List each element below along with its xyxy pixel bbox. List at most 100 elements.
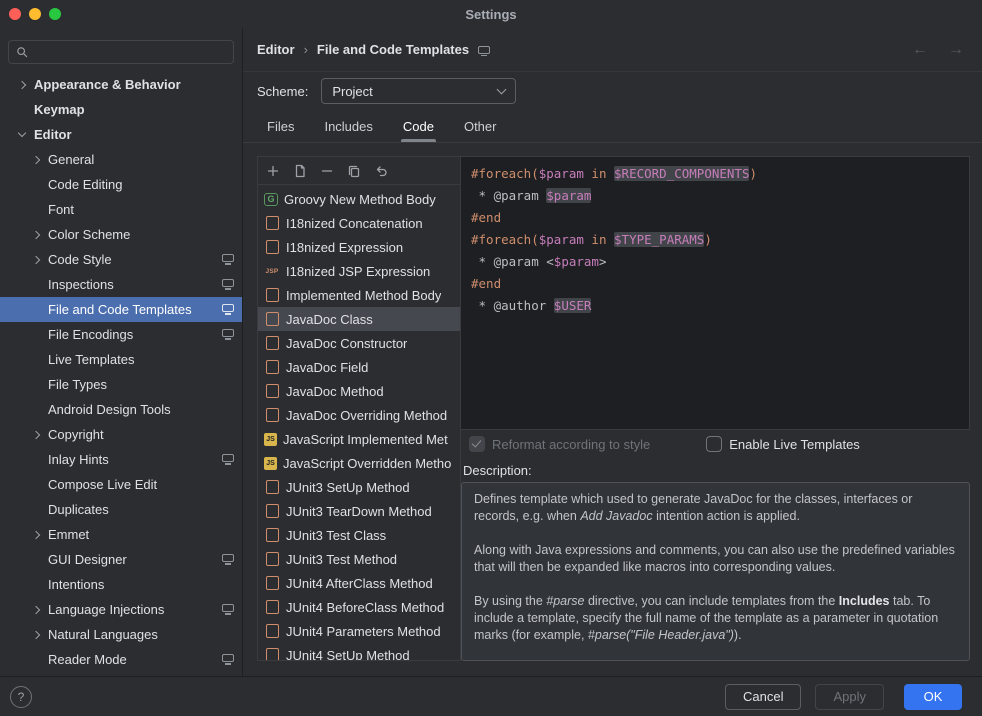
sidebar-item-label: Reader Mode xyxy=(48,652,216,667)
template-item-label: I18nized Concatenation xyxy=(286,216,423,231)
sidebar-item-file-types[interactable]: File Types xyxy=(0,372,242,397)
chevron-right-icon[interactable] xyxy=(30,432,48,438)
copy-template-button[interactable] xyxy=(346,163,362,179)
tab-code[interactable]: Code xyxy=(401,110,436,142)
chevron-right-icon[interactable] xyxy=(16,82,34,88)
sidebar-item-copyright[interactable]: Copyright xyxy=(0,422,242,447)
template-item-label: JavaDoc Field xyxy=(286,360,368,375)
code-line: #foreach($param in $TYPE_PARAMS) xyxy=(471,229,969,251)
settings-search-input[interactable] xyxy=(34,45,227,60)
reformat-checkbox[interactable] xyxy=(469,436,485,452)
sidebar-item-keymap[interactable]: Keymap xyxy=(0,97,242,122)
template-item-javadoc-class[interactable]: JavaDoc Class xyxy=(258,307,460,331)
template-file-icon xyxy=(264,528,280,542)
chevron-right-icon[interactable] xyxy=(30,157,48,163)
sidebar-item-appearance-behavior[interactable]: Appearance & Behavior xyxy=(0,72,242,97)
undo-icon xyxy=(373,163,389,179)
template-item-implemented-method-body[interactable]: Implemented Method Body xyxy=(258,283,460,307)
template-item-javadoc-field[interactable]: JavaDoc Field xyxy=(258,355,460,379)
cancel-button[interactable]: Cancel xyxy=(725,684,801,710)
sidebar-item-file-and-code-templates[interactable]: File and Code Templates xyxy=(0,297,242,322)
sidebar-item-natural-languages[interactable]: Natural Languages xyxy=(0,622,242,647)
sidebar-item-editor[interactable]: Editor xyxy=(0,122,242,147)
code-editor[interactable]: #foreach($param in $RECORD_COMPONENTS) *… xyxy=(461,156,970,430)
ok-button[interactable]: OK xyxy=(904,684,962,710)
template-item-i18nized-concatenation[interactable]: I18nized Concatenation xyxy=(258,211,460,235)
tab-includes[interactable]: Includes xyxy=(322,110,374,142)
sidebar-item-code-editing[interactable]: Code Editing xyxy=(0,172,242,197)
close-window-button[interactable] xyxy=(9,8,21,20)
template-item-groovy-new-method-body[interactable]: GGroovy New Method Body xyxy=(258,187,460,211)
sidebar-item-duplicates[interactable]: Duplicates xyxy=(0,497,242,522)
chevron-right-icon[interactable] xyxy=(30,532,48,538)
sidebar-item-code-style[interactable]: Code Style xyxy=(0,247,242,272)
groovy-file-icon: G xyxy=(264,193,278,206)
help-button[interactable]: ? xyxy=(10,686,32,708)
sidebar-item-font[interactable]: Font xyxy=(0,197,242,222)
forward-button[interactable]: → xyxy=(948,41,964,59)
scheme-label: Scheme: xyxy=(257,84,308,99)
sidebar-item-emmet[interactable]: Emmet xyxy=(0,522,242,547)
sidebar-item-gui-designer[interactable]: GUI Designer xyxy=(0,547,242,572)
screen-icon xyxy=(222,654,234,662)
template-item-junit3-test-method[interactable]: JUnit3 Test Method xyxy=(258,547,460,571)
templates-body: GGroovy New Method Body I18nized Concaten… xyxy=(243,143,982,676)
template-item-javadoc-constructor[interactable]: JavaDoc Constructor xyxy=(258,331,460,355)
tab-files[interactable]: Files xyxy=(265,110,296,142)
chevron-right-icon[interactable] xyxy=(30,632,48,638)
enable-live-templates-checkbox[interactable] xyxy=(706,436,722,452)
template-item-javadoc-method[interactable]: JavaDoc Method xyxy=(258,379,460,403)
template-item-i18nized-expression[interactable]: I18nized Expression xyxy=(258,235,460,259)
sidebar-item-android-design-tools[interactable]: Android Design Tools xyxy=(0,397,242,422)
sidebar-item-live-templates[interactable]: Live Templates xyxy=(0,347,242,372)
code-line: * @param $param xyxy=(471,185,969,207)
template-item-i18nized-jsp-expression[interactable]: JSPI18nized JSP Expression xyxy=(258,259,460,283)
screen-icon xyxy=(222,554,234,562)
sidebar-item-label: Emmet xyxy=(48,527,234,542)
reset-template-button[interactable] xyxy=(373,163,389,179)
sidebar-item-inspections[interactable]: Inspections xyxy=(0,272,242,297)
scheme-dropdown[interactable]: Project xyxy=(321,78,516,104)
description-text[interactable]: Defines template which used to generate … xyxy=(461,482,970,661)
template-item-junit4-setup-method[interactable]: JUnit4 SetUp Method xyxy=(258,643,460,660)
search-icon xyxy=(15,45,29,59)
tab-other[interactable]: Other xyxy=(462,110,499,142)
sidebar-item-language-injections[interactable]: Language Injections xyxy=(0,597,242,622)
minimize-window-button[interactable] xyxy=(29,8,41,20)
sidebar-item-color-scheme[interactable]: Color Scheme xyxy=(0,222,242,247)
template-item-label: I18nized JSP Expression xyxy=(286,264,430,279)
template-item-junit4-afterclass-method[interactable]: JUnit4 AfterClass Method xyxy=(258,571,460,595)
zoom-window-button[interactable] xyxy=(49,8,61,20)
chevron-down-icon[interactable] xyxy=(16,133,34,136)
template-item-junit3-test-class[interactable]: JUnit3 Test Class xyxy=(258,523,460,547)
add-template-button[interactable] xyxy=(265,163,281,179)
template-file-icon xyxy=(264,480,280,494)
chevron-right-icon[interactable] xyxy=(30,232,48,238)
template-item-junit4-beforeclass-method[interactable]: JUnit4 BeforeClass Method xyxy=(258,595,460,619)
main-area: Appearance & BehaviorKeymapEditorGeneral… xyxy=(0,28,982,676)
breadcrumb-editor[interactable]: Editor xyxy=(257,42,295,57)
sidebar-item-label: Live Templates xyxy=(48,352,234,367)
sidebar-item-reader-mode[interactable]: Reader Mode xyxy=(0,647,242,672)
template-item-javascript-overridden-metho[interactable]: JSJavaScript Overridden Metho xyxy=(258,451,460,475)
template-item-junit4-parameters-method[interactable]: JUnit4 Parameters Method xyxy=(258,619,460,643)
sidebar-item-label: Language Injections xyxy=(48,602,216,617)
sidebar-item-general[interactable]: General xyxy=(0,147,242,172)
chevron-right-icon[interactable] xyxy=(30,607,48,613)
back-button[interactable]: ← xyxy=(912,41,928,59)
sidebar-item-inlay-hints[interactable]: Inlay Hints xyxy=(0,447,242,472)
chevron-right-icon[interactable] xyxy=(30,257,48,263)
settings-search[interactable] xyxy=(8,40,234,64)
template-item-junit3-teardown-method[interactable]: JUnit3 TearDown Method xyxy=(258,499,460,523)
sidebar-item-intentions[interactable]: Intentions xyxy=(0,572,242,597)
template-item-javascript-implemented-met[interactable]: JSJavaScript Implemented Met xyxy=(258,427,460,451)
create-child-template-button[interactable] xyxy=(292,163,308,179)
sidebar-item-compose-live-edit[interactable]: Compose Live Edit xyxy=(0,472,242,497)
remove-template-button[interactable] xyxy=(319,163,335,179)
template-item-javadoc-overriding-method[interactable]: JavaDoc Overriding Method xyxy=(258,403,460,427)
template-file-icon xyxy=(264,504,280,518)
js-file-icon: JS xyxy=(264,433,277,446)
sidebar-item-file-encodings[interactable]: File Encodings xyxy=(0,322,242,347)
template-item-junit3-setup-method[interactable]: JUnit3 SetUp Method xyxy=(258,475,460,499)
apply-button[interactable]: Apply xyxy=(815,684,884,710)
